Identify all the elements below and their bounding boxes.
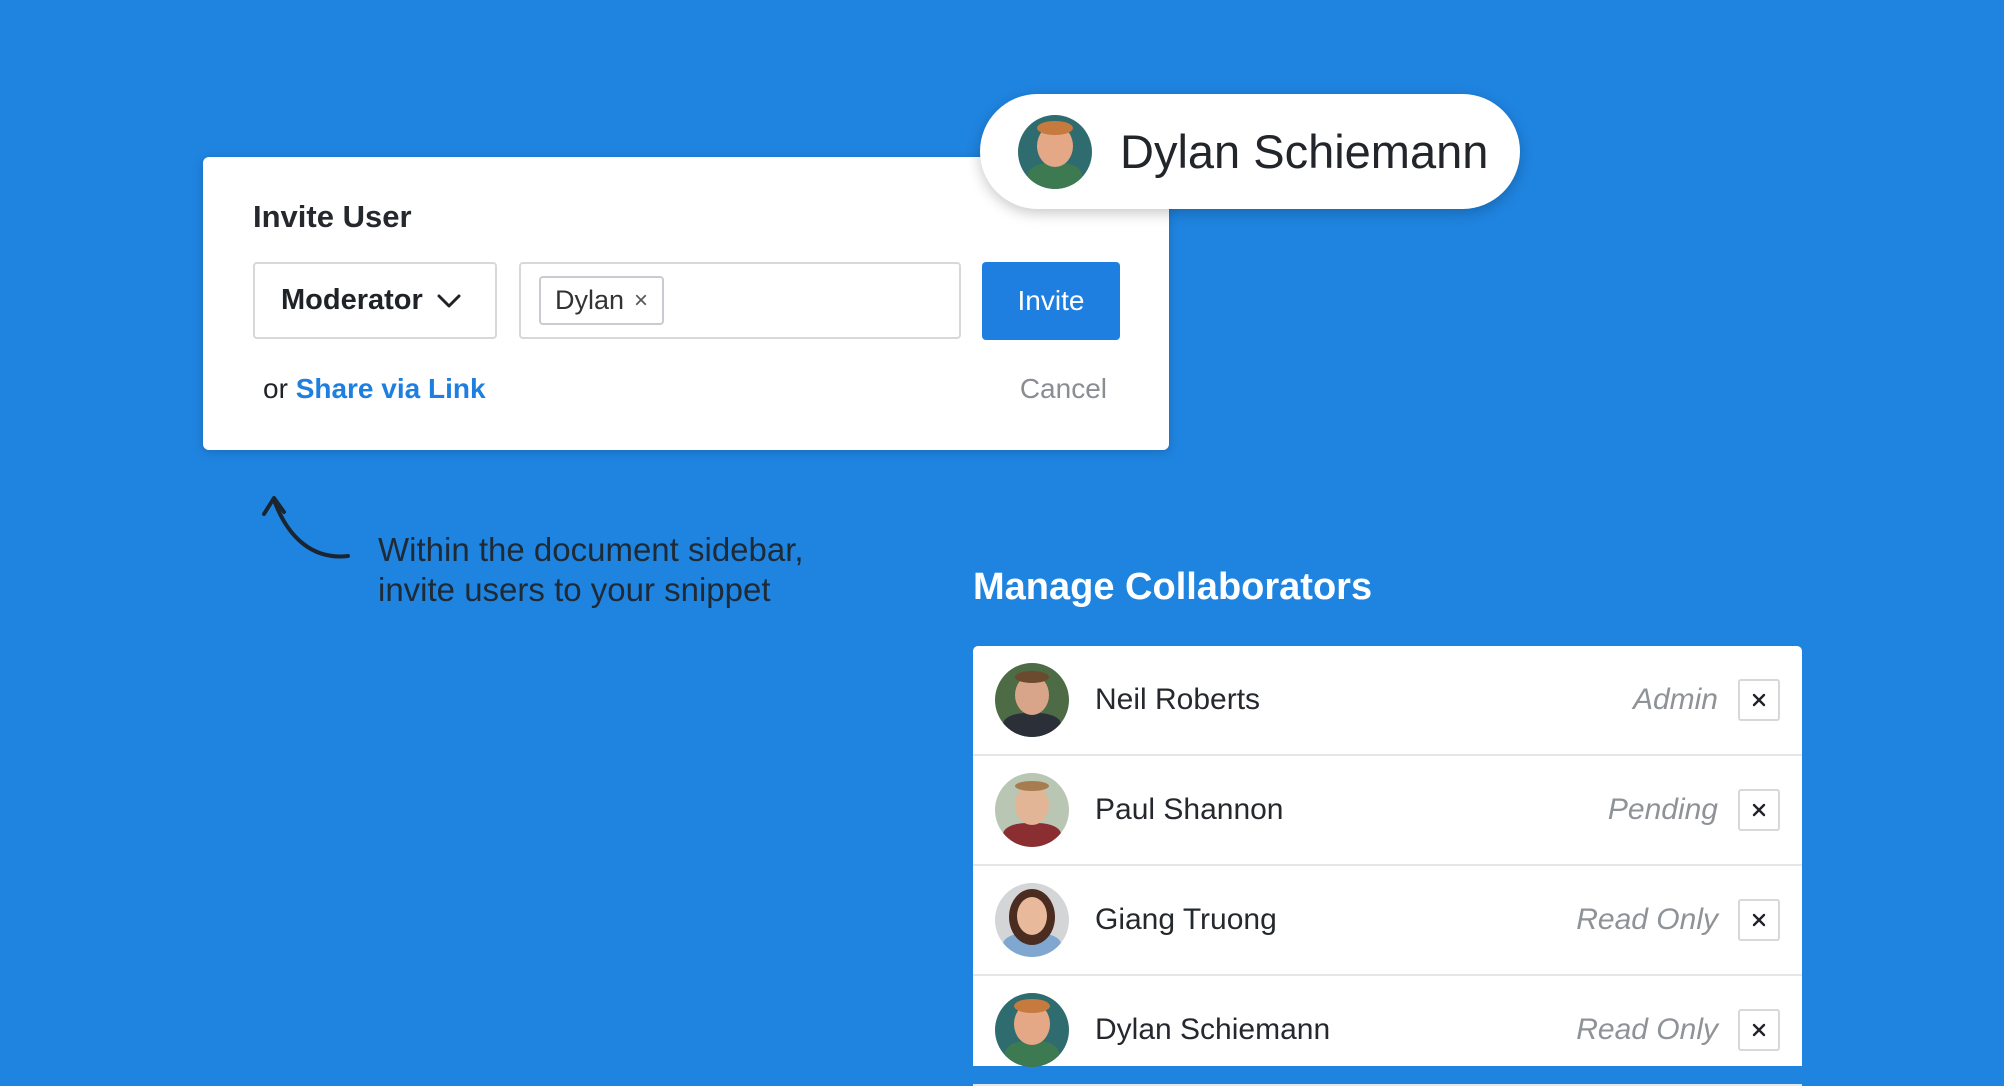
collaborator-name: Neil Roberts: [1095, 683, 1261, 716]
collaborator-row: Dylan Schiemann Read Only: [973, 976, 1802, 1086]
close-icon: [1752, 803, 1766, 817]
remove-collaborator-button[interactable]: [1738, 679, 1780, 721]
or-label: or: [263, 373, 296, 404]
avatar: [995, 773, 1069, 847]
invite-user-input[interactable]: Dylan ×: [519, 262, 961, 339]
chip-remove-icon[interactable]: ×: [634, 287, 648, 315]
remove-collaborator-button[interactable]: [1738, 899, 1780, 941]
share-via-link[interactable]: Share via Link: [296, 373, 486, 404]
collaborators-list: Neil Roberts Admin Paul Shannon Pending …: [973, 646, 1802, 1086]
collaborator-name: Paul Shannon: [1095, 793, 1284, 826]
collaborator-name: Dylan Schiemann: [1095, 1013, 1331, 1046]
avatar: [995, 663, 1069, 737]
avatar: [995, 883, 1069, 957]
hint-line-2: invite users to your snippet: [378, 571, 771, 608]
manage-collaborators-title: Manage Collaborators: [973, 566, 1373, 608]
collaborator-row: Paul Shannon Pending: [973, 756, 1802, 866]
collaborator-name: Giang Truong: [1095, 903, 1277, 936]
role-dropdown-value: Moderator: [281, 284, 423, 316]
collaborator-row: Neil Roberts Admin: [973, 646, 1802, 756]
avatar: [995, 993, 1069, 1067]
avatar: [1018, 114, 1092, 189]
collaborator-role: Read Only: [1576, 1013, 1718, 1046]
collaborator-role: Read Only: [1576, 903, 1718, 936]
user-name-pill: Dylan Schiemann: [980, 94, 1520, 209]
share-row: or Share via Link: [263, 373, 486, 405]
collaborator-row: Giang Truong Read Only: [973, 866, 1802, 976]
close-icon: [1752, 913, 1766, 927]
collaborator-role: Pending: [1607, 793, 1718, 826]
cancel-button[interactable]: Cancel: [1020, 373, 1107, 405]
collaborator-role: Admin: [1632, 683, 1718, 716]
remove-collaborator-button[interactable]: [1738, 1009, 1780, 1051]
hint-text: Within the document sidebar, invite user…: [378, 530, 938, 610]
user-chip: Dylan ×: [539, 276, 665, 325]
curved-arrow-icon: [258, 488, 358, 573]
pill-user-name: Dylan Schiemann: [1120, 125, 1489, 178]
remove-collaborator-button[interactable]: [1738, 789, 1780, 831]
invite-title: Invite User: [253, 199, 412, 234]
close-icon: [1752, 1023, 1766, 1037]
chevron-down-icon: [437, 293, 461, 309]
close-icon: [1752, 693, 1766, 707]
role-dropdown[interactable]: Moderator: [253, 262, 497, 339]
hint-line-1: Within the document sidebar,: [378, 531, 804, 568]
user-chip-label: Dylan: [555, 285, 625, 315]
invite-button[interactable]: Invite: [982, 262, 1120, 340]
